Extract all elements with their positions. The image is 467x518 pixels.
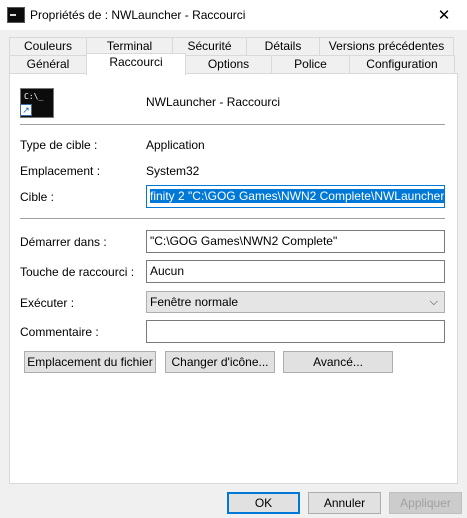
target-type-value: Application	[146, 138, 205, 152]
ok-button[interactable]: OK	[227, 492, 300, 514]
location-value: System32	[146, 164, 200, 178]
separator-top	[20, 124, 445, 125]
run-select-value: Fenêtre normale	[150, 295, 239, 309]
tab-configuration[interactable]: Configuration	[349, 55, 455, 73]
run-label: Exécuter :	[20, 296, 75, 310]
open-file-location-button[interactable]: Emplacement du fichier	[24, 351, 156, 373]
window-title: Propriétés de : NWLauncher - Raccourci	[30, 8, 246, 22]
target-label: Cible :	[20, 190, 55, 204]
separator-middle	[20, 218, 445, 219]
advanced-button[interactable]: Avancé...	[283, 351, 393, 373]
change-icon-button[interactable]: Changer d'icône...	[165, 351, 275, 373]
shortcut-arrow-icon: ↗	[20, 104, 32, 116]
tab-raccourci[interactable]: Raccourci	[86, 53, 186, 75]
chevron-down-icon: ⌵	[429, 296, 438, 308]
tab-options[interactable]: Options	[185, 55, 272, 73]
cancel-button[interactable]: Annuler	[308, 492, 381, 514]
target-type-label: Type de cible :	[20, 138, 98, 152]
target-input-text: finity 2 "C:\GOG Games\NWN2 Complete\NWL…	[150, 189, 444, 203]
tab-versions-precedentes[interactable]: Versions précédentes	[319, 37, 454, 55]
hotkey-label: Touche de raccourci :	[20, 265, 135, 279]
close-button[interactable]: ✕	[421, 0, 467, 30]
tab-couleurs[interactable]: Couleurs	[9, 37, 87, 55]
tab-details[interactable]: Détails	[246, 37, 320, 55]
target-input[interactable]: finity 2 "C:\GOG Games\NWN2 Complete\NWL…	[146, 185, 445, 208]
console-prompt-glyph: C:\_	[24, 92, 44, 101]
title-bar: Propriétés de : NWLauncher - Raccourci ✕	[0, 0, 467, 30]
start-in-input[interactable]: "C:\GOG Games\NWN2 Complete"	[146, 230, 445, 253]
start-in-label: Démarrer dans :	[20, 235, 107, 249]
hotkey-input[interactable]: Aucun	[146, 260, 445, 283]
comment-input[interactable]	[146, 320, 445, 343]
shortcut-name: NWLauncher - Raccourci	[146, 95, 281, 109]
console-app-icon	[7, 7, 25, 23]
run-select[interactable]: Fenêtre normale ⌵	[146, 291, 445, 313]
tab-police[interactable]: Police	[271, 55, 350, 73]
tab-general[interactable]: Général	[9, 55, 87, 73]
tab-row-top: Couleurs Terminal Sécurité Détails Versi…	[9, 37, 454, 55]
apply-button[interactable]: Appliquer	[389, 492, 462, 514]
location-label: Emplacement :	[20, 164, 101, 178]
comment-label: Commentaire :	[20, 325, 99, 339]
tab-row-bottom: Général Raccourci Options Police Configu…	[9, 53, 455, 75]
